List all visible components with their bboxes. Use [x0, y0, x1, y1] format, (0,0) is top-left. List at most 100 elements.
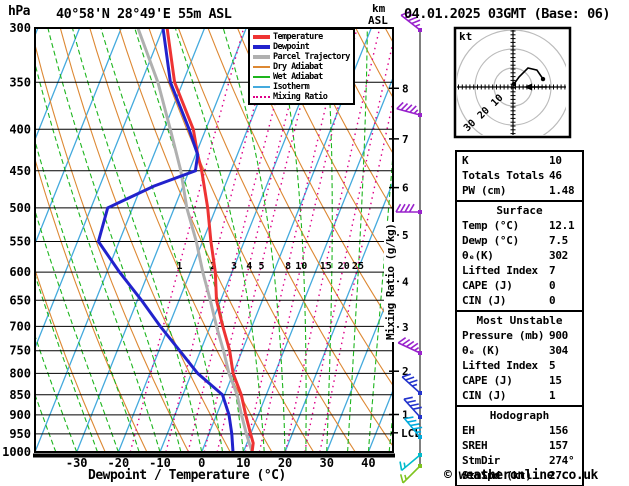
table-row: CIN (J) 0: [457, 293, 582, 308]
row-value: 157: [549, 439, 568, 452]
legend-item-label: Isotherm: [273, 82, 310, 92]
legend-line-sample: [253, 66, 270, 68]
legend-item: Dewpoint: [253, 42, 353, 52]
legend-line-sample: [253, 55, 270, 59]
table-row: CIN (J) 1: [457, 388, 582, 403]
km-tick-label: 5: [402, 229, 409, 242]
mixing-ratio-value-label: 5: [258, 261, 264, 272]
pressure-tick-label: 800: [9, 366, 31, 380]
legend-line-sample: [253, 35, 270, 39]
row-value: 900: [549, 329, 568, 342]
pressure-tick-label: 450: [9, 164, 31, 178]
pressure-tick-label: 1000: [2, 445, 31, 459]
wind-barb: [395, 203, 420, 213]
mixing-ratio-axis-label: Mixing Ratio (g/kg): [384, 221, 397, 342]
pressure-tick-label: 900: [9, 408, 31, 422]
legend-item-label: Parcel Trajectory: [273, 52, 350, 62]
km-axis-unit-line2: ASL: [368, 14, 388, 27]
table-title: Surface: [496, 204, 543, 217]
pressure-tick-label: 700: [9, 319, 31, 333]
pressure-tick-label: 850: [9, 388, 31, 402]
table-row: Pressure (mb) 900: [457, 328, 582, 343]
table-row: CAPE (J) 0: [457, 278, 582, 293]
pressure-tick-label: 400: [9, 122, 31, 136]
data-table: Surface Temp (°C) 12.1 Dewp (°C) 7.5 θₑ(K) 302…: [455, 200, 584, 312]
legend-item-label: Dry Adiabat: [273, 62, 323, 72]
legend-item: Dry Adiabat: [253, 62, 353, 72]
legend-item: Mixing Ratio: [253, 92, 353, 102]
row-label: SREH: [462, 439, 488, 452]
pressure-tick-label: 750: [9, 344, 31, 358]
sounding-profiles: [96, 28, 255, 452]
wind-barb: [397, 337, 421, 354]
credit-footer: © weatheronline.co.uk: [444, 468, 598, 483]
legend-item: Temperature: [253, 32, 353, 42]
table-row: CAPE (J) 15: [457, 373, 582, 388]
temp-axis-label: Dewpoint / Temperature (°C): [88, 468, 286, 483]
mixing-ratio-value-label: 20: [338, 261, 350, 272]
row-value: 15: [549, 374, 562, 387]
pressure-tick-label: 950: [9, 427, 31, 441]
mixing-ratio-value-label: 3: [231, 261, 237, 272]
table-title: Most Unstable: [476, 314, 563, 327]
legend-line-sample: [253, 86, 270, 88]
pressure-tick-label: 500: [9, 201, 31, 215]
row-label: EH: [462, 424, 475, 437]
row-label: CAPE (J): [462, 374, 513, 387]
row-label: CAPE (J): [462, 279, 513, 292]
row-value: 1: [549, 389, 556, 402]
mixing-ratio-value-label: 10: [295, 261, 307, 272]
row-value: 46: [549, 169, 562, 182]
pressure-tick-label: 600: [9, 265, 31, 279]
pressure-tick-label: 300: [9, 21, 31, 35]
row-label: StmDir: [462, 454, 500, 467]
row-label: K: [462, 154, 469, 167]
row-value: 1.48: [549, 184, 575, 197]
row-value: 7.5: [549, 234, 568, 247]
hodograph-unit-label: kt: [459, 30, 473, 43]
row-label: θₑ(K): [462, 249, 494, 262]
row-value: 12.1: [549, 219, 575, 232]
row-value: 304: [549, 344, 568, 357]
legend-item: Wet Adiabat: [253, 72, 353, 82]
temp-tick-label: 40: [361, 456, 375, 470]
row-value: 302: [549, 249, 568, 262]
table-row: Lifted Index 7: [457, 263, 582, 278]
km-tick-label: 4: [402, 275, 409, 288]
table-row: SREH 157: [457, 438, 582, 453]
table-row: Dewp (°C) 7.5: [457, 233, 582, 248]
legend-line-sample: [253, 45, 270, 49]
temp-tick-label: -30: [66, 456, 88, 470]
wind-barb: [396, 101, 421, 116]
table-row: θₑ (K) 304: [457, 343, 582, 358]
legend-line-sample: [253, 96, 270, 98]
mixing-ratio-value-label: 25: [352, 261, 364, 272]
row-label: Totals Totals: [462, 169, 545, 182]
km-tick-label: 7: [402, 133, 409, 146]
data-table: Most Unstable Pressure (mb) 900 θₑ (K) 304 Li…: [455, 310, 584, 407]
row-label: CIN (J): [462, 389, 507, 402]
row-label: Pressure (mb): [462, 329, 545, 342]
row-value: 7: [549, 264, 556, 277]
hodograph-ring-label: 10: [489, 93, 505, 109]
table-row: Temp (°C) 12.1: [457, 218, 582, 233]
row-label: Temp (°C): [462, 219, 519, 232]
table-row: StmDir 274°: [457, 453, 582, 468]
row-label: θₑ (K): [462, 344, 500, 357]
skewt-sounding-page: 1 2 3 4 5 8 10 15 20 25 300 350 400 450 500 550 600 650 70…: [0, 0, 629, 486]
table-row: Lifted Index 5: [457, 358, 582, 373]
hodograph-ring-label: 30: [462, 118, 478, 134]
station-title: 40°58'N 28°49'E 55m ASL: [56, 6, 232, 22]
row-label: Lifted Index: [462, 264, 538, 277]
legend: Temperature Dewpoint Parcel Trajectory Dry …: [248, 28, 355, 105]
km-tick-label: 3: [402, 321, 409, 334]
mixing-ratio-value-label: 1: [176, 261, 182, 272]
legend-item: Parcel Trajectory: [253, 52, 353, 62]
temperature-line: [165, 28, 255, 452]
legend-item-label: Wet Adiabat: [273, 72, 323, 82]
row-value: 0: [549, 294, 556, 307]
mixing-ratio-value-label: 8: [285, 261, 291, 272]
pressure-tick-label: 550: [9, 234, 31, 248]
legend-item-label: Mixing Ratio: [273, 92, 328, 102]
pressure-tick-label: 350: [9, 75, 31, 89]
